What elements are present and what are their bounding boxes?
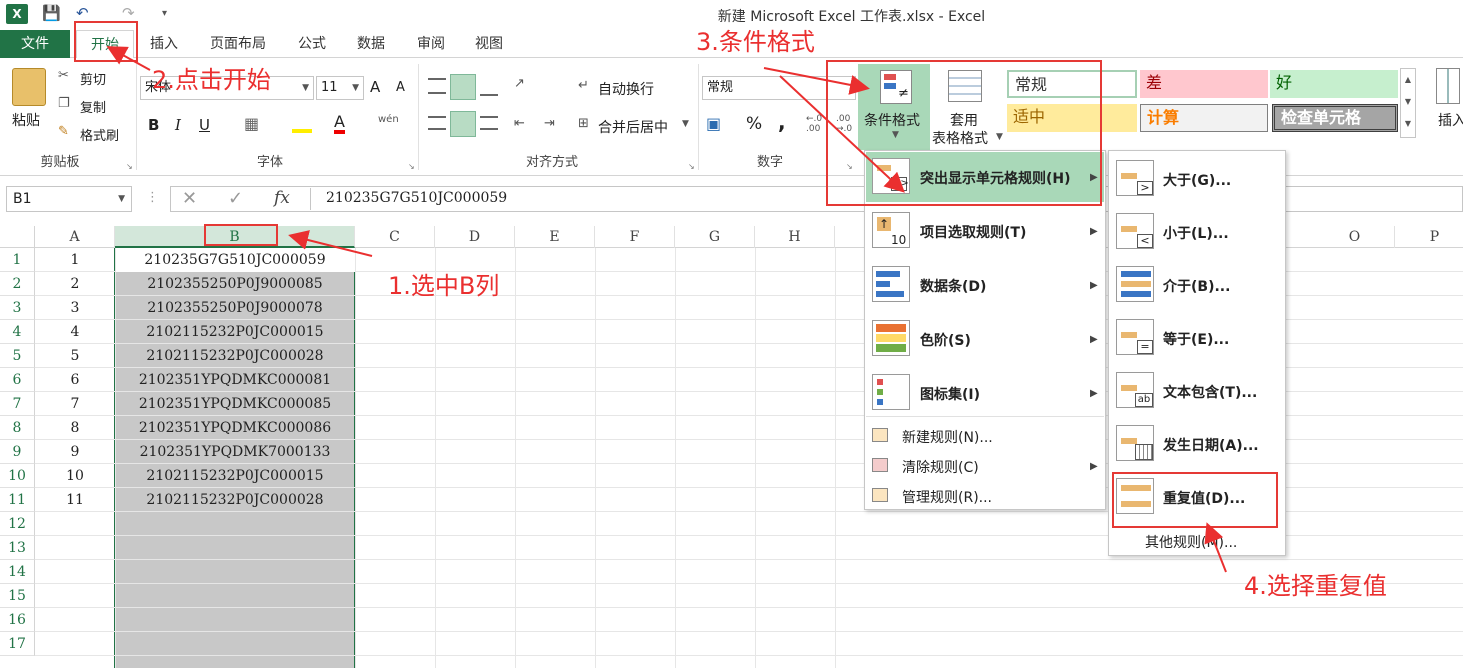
annotation-step3: 3.条件格式 <box>696 28 815 56</box>
arrow-step2 <box>106 46 151 71</box>
arrow-step3b <box>779 75 905 193</box>
arrow-step1 <box>288 230 373 257</box>
annotation-step2: 2.点击开始 <box>152 66 271 94</box>
annotation-step4: 4.选择重复值 <box>1244 572 1387 600</box>
arrow-step3a <box>763 67 870 95</box>
arrow-step4 <box>1204 522 1227 573</box>
annotation-step1: 1.选中B列 <box>388 272 500 300</box>
